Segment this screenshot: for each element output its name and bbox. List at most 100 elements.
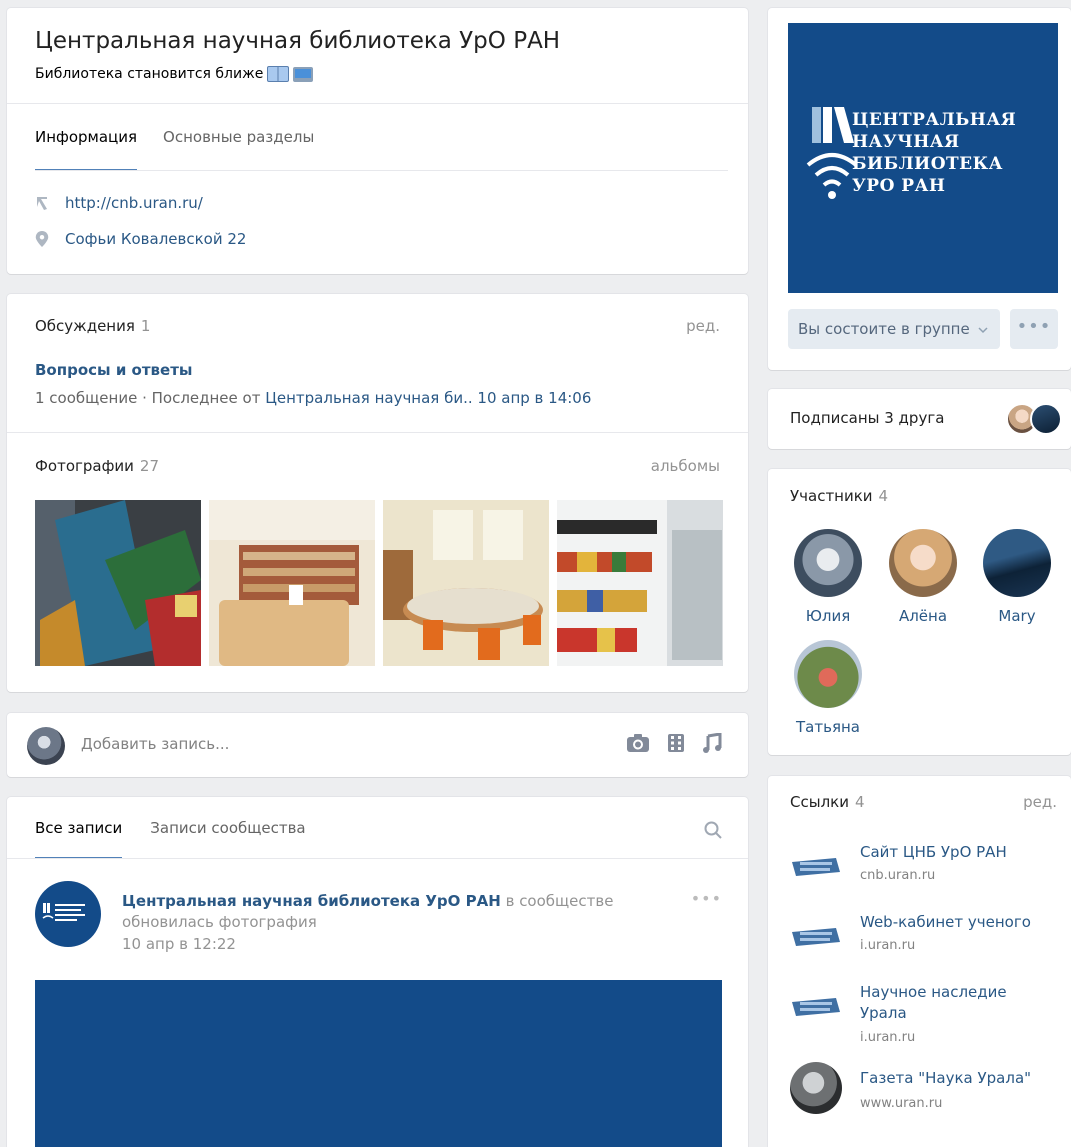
status-text: Библиотека становится ближе (35, 66, 264, 82)
group-avatar[interactable]: ЦЕНТРАЛЬНАЯ НАУЧНАЯ БИБЛИОТЕКА УРО РАН (788, 23, 1058, 293)
wall-tabs: Все записи Записи сообщества (35, 819, 306, 859)
post-author-link[interactable]: Центральная научная библиотека УрО РАН (122, 892, 501, 910)
link-arrow-icon (37, 197, 47, 210)
friend-avatar (1030, 403, 1062, 435)
link-title: Газета "Наука Урала" (860, 1069, 1032, 1087)
link-item[interactable]: Научное наследие Урала i.uran.ru (790, 982, 1060, 1062)
website-link[interactable]: http://cnb.uran.ru/ (65, 194, 203, 212)
avatar (790, 1062, 842, 1114)
avatar[interactable] (27, 727, 65, 765)
tab-information[interactable]: Информация (35, 128, 138, 171)
links-header[interactable]: Ссылки 4 (790, 793, 865, 811)
membership-button[interactable]: Вы состоите в группе (788, 309, 1000, 349)
photo-thumbnail[interactable] (209, 500, 375, 666)
member-item[interactable]: Юлия (783, 529, 873, 625)
link-url: www.uran.ru (860, 1096, 943, 1111)
topic-link[interactable]: Вопросы и ответы (35, 361, 192, 379)
avatar (889, 529, 957, 597)
photos-label: Фотографии (35, 457, 134, 475)
post-more-button[interactable]: ••• (691, 889, 722, 908)
logo-line: НАУЧНАЯ (852, 132, 960, 152)
member-name: Татьяна (796, 718, 860, 736)
discussions-photos-card: Обсуждения 1 ред. Вопросы и ответы 1 сооб… (7, 294, 748, 692)
chevron-down-icon (978, 327, 989, 334)
photos-header[interactable]: Фотографии 27 (35, 457, 159, 475)
site-logo-icon (792, 998, 840, 1016)
link-title: Научное наследие Урала (860, 983, 1007, 1022)
link-title: Web-кабинет ученого (860, 913, 1031, 931)
address-link[interactable]: Софьи Ковалевской 22 (65, 230, 246, 248)
edit-discussions-link[interactable]: ред. (686, 317, 720, 335)
albums-link[interactable]: альбомы (651, 457, 720, 475)
search-icon[interactable] (704, 821, 722, 839)
info-tabs: Информация Основные разделы (35, 128, 314, 171)
page-title: Центральная научная библиотека УрО РАН (35, 28, 561, 54)
camera-icon[interactable] (626, 733, 650, 753)
site-logo-icon (792, 928, 840, 946)
links-card: Ссылки 4 ред. Сайт ЦНБ УрО РАН cnb.uran.r… (768, 776, 1071, 1147)
photos-count: 27 (139, 457, 160, 475)
members-label: Участники (790, 487, 873, 505)
divider (7, 858, 748, 859)
link-title: Сайт ЦНБ УрО РАН (860, 843, 1007, 861)
avatar (983, 529, 1051, 597)
member-name: Алёна (898, 607, 948, 625)
video-icon[interactable] (666, 733, 686, 753)
members-header[interactable]: Участники 4 (790, 487, 888, 505)
photo-thumbnail[interactable] (35, 500, 201, 666)
member-item[interactable]: Алёна (878, 529, 968, 625)
add-post-card: Добавить запись... (7, 713, 748, 777)
site-logo-icon (792, 858, 840, 876)
location-pin-icon (35, 231, 49, 247)
divider (35, 170, 728, 171)
more-actions-button[interactable]: ••• (1010, 309, 1058, 349)
last-author-link[interactable]: Центральная научная би.. (265, 389, 472, 407)
logo-line: БИБЛИОТЕКА (852, 154, 1003, 174)
music-icon[interactable] (702, 733, 722, 753)
tab-community-posts[interactable]: Записи сообщества (150, 819, 305, 859)
edit-links-link[interactable]: ред. (1023, 793, 1057, 811)
tab-all-posts[interactable]: Все записи (35, 819, 123, 859)
avatar (794, 529, 862, 597)
post-author-avatar[interactable] (35, 881, 101, 947)
address-row: Софьи Ковалевской 22 (35, 230, 246, 248)
member-item[interactable]: Татьяна (783, 640, 873, 736)
tab-main-sections[interactable]: Основные разделы (163, 128, 314, 171)
members-card: Участники 4 Юлия Алёна Mary Татьяна (768, 469, 1071, 755)
links-count: 4 (854, 793, 865, 811)
divider (7, 103, 748, 104)
link-item[interactable]: Сайт ЦНБ УрО РАН cnb.uran.ru (790, 842, 1060, 902)
library-logo-icon (42, 903, 85, 921)
link-url: i.uran.ru (860, 1030, 916, 1045)
link-item[interactable]: Web-кабинет ученого i.uran.ru (790, 912, 1060, 972)
post-input[interactable]: Добавить запись... (81, 735, 229, 753)
divider (7, 432, 748, 433)
photo-grid (35, 500, 723, 666)
group-info-card: Центральная научная библиотека УрО РАН Б… (7, 8, 748, 274)
computer-icon (293, 66, 314, 82)
photo-thumbnail[interactable] (557, 500, 723, 666)
logo-text: ЦЕНТРАЛЬНАЯ НАУЧНАЯ БИБЛИОТЕКА УРО РАН (852, 109, 1016, 197)
link-url: i.uran.ru (860, 938, 916, 953)
post-image[interactable] (35, 980, 722, 1147)
discussions-header[interactable]: Обсуждения 1 (35, 317, 150, 335)
topic-meta-prefix: 1 сообщение · Последнее от (35, 389, 266, 407)
links-label: Ссылки (790, 793, 849, 811)
website-row: http://cnb.uran.ru/ (35, 194, 203, 212)
link-item[interactable]: Газета "Наука Урала" www.uran.ru (790, 1062, 1060, 1128)
post-date[interactable]: 10 апр в 12:22 (122, 935, 236, 953)
members-count: 4 (878, 487, 889, 505)
avatar (794, 640, 862, 708)
post-header-text: Центральная научная библиотека УрО РАН в… (122, 891, 692, 933)
group-cover-card: ЦЕНТРАЛЬНАЯ НАУЧНАЯ БИБЛИОТЕКА УРО РАН В… (768, 8, 1071, 370)
discussions-count: 1 (140, 317, 151, 335)
topic-meta: 1 сообщение · Последнее от Центральная н… (35, 389, 591, 407)
last-date-link[interactable]: 10 апр в 14:06 (473, 389, 591, 407)
friends-card[interactable]: Подписаны 3 друга (768, 389, 1071, 449)
member-name: Mary (998, 607, 1036, 625)
friends-label: Подписаны 3 друга (790, 409, 945, 427)
post-tools (626, 733, 722, 753)
photo-thumbnail[interactable] (383, 500, 549, 666)
member-item[interactable]: Mary (972, 529, 1062, 625)
discussions-label: Обсуждения (35, 317, 135, 335)
